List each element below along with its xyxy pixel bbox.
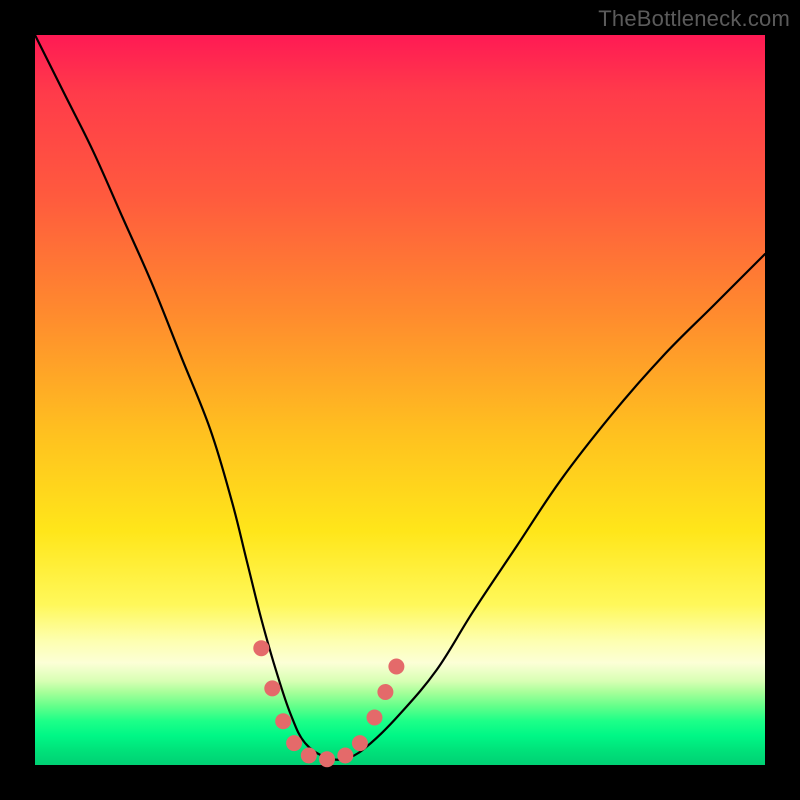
curve-marker bbox=[264, 680, 280, 696]
curve-markers bbox=[253, 640, 404, 767]
curve-marker bbox=[301, 748, 317, 764]
curve-layer bbox=[35, 35, 765, 765]
chart-frame: TheBottleneck.com bbox=[0, 0, 800, 800]
watermark-text: TheBottleneck.com bbox=[598, 6, 790, 32]
curve-marker bbox=[352, 735, 368, 751]
curve-marker bbox=[286, 735, 302, 751]
curve-marker bbox=[388, 659, 404, 675]
plot-area bbox=[35, 35, 765, 765]
curve-marker bbox=[319, 751, 335, 767]
curve-marker bbox=[337, 748, 353, 764]
curve-marker bbox=[377, 684, 393, 700]
bottleneck-curve bbox=[35, 35, 765, 760]
curve-marker bbox=[275, 713, 291, 729]
curve-marker bbox=[253, 640, 269, 656]
curve-marker bbox=[367, 710, 383, 726]
